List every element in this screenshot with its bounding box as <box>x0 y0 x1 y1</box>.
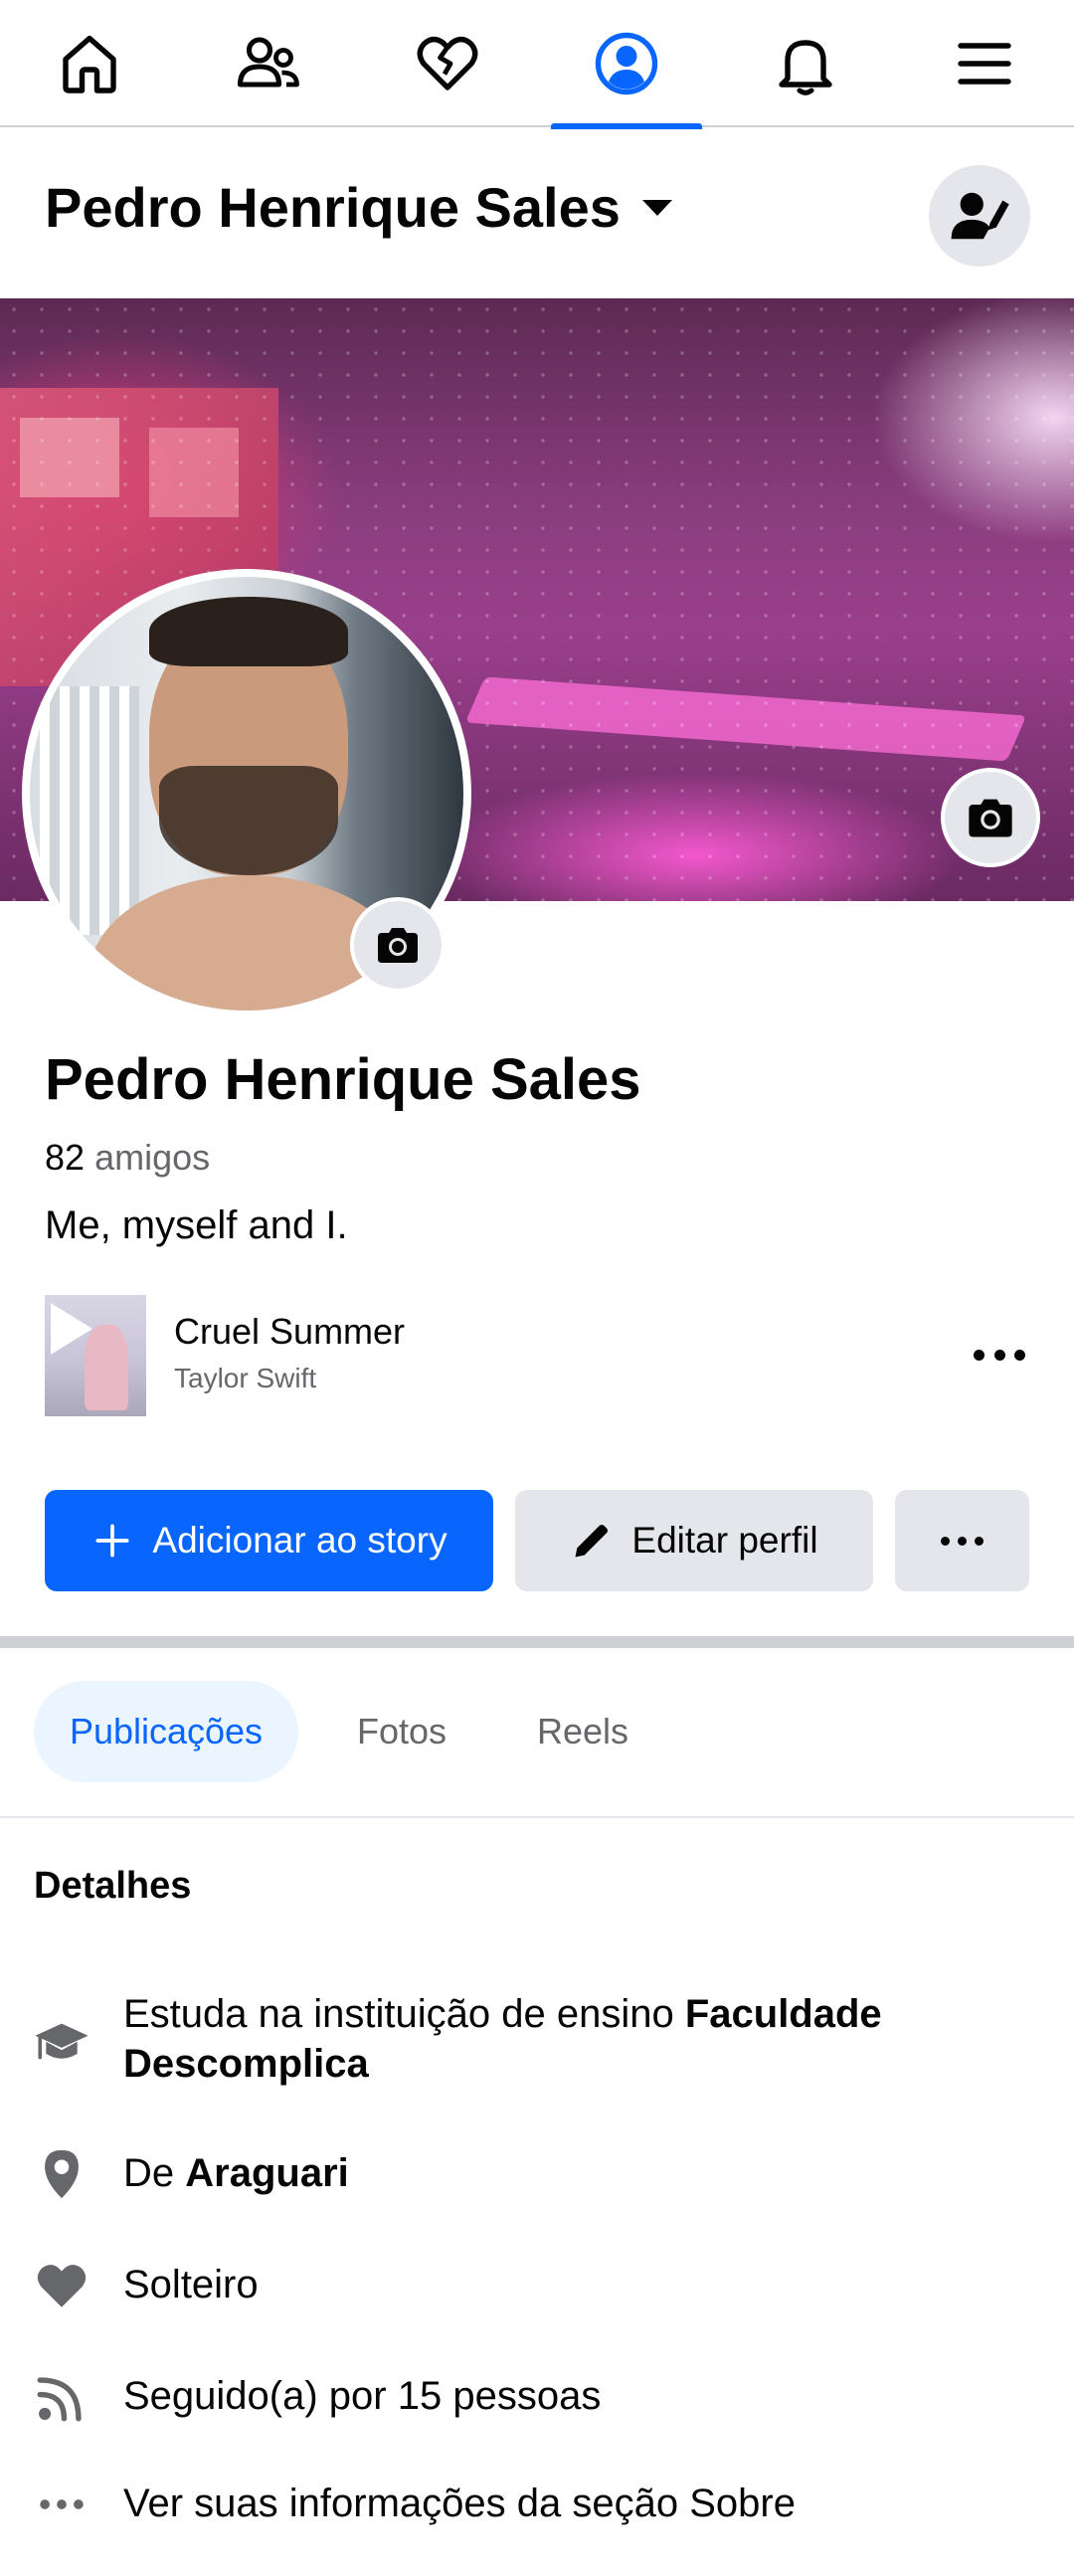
profile-music[interactable]: Cruel Summer Taylor Swift <box>45 1295 1029 1416</box>
about-link-text: Ver suas informações da seção Sobre <box>123 2482 796 2525</box>
heart-icon <box>37 2265 87 2307</box>
graduation-cap-icon <box>35 2023 89 2060</box>
tab-publicacoes[interactable]: Publicações <box>34 1681 298 1782</box>
home-icon <box>63 35 116 93</box>
camera-icon <box>378 928 418 963</box>
song-title: Cruel Summer <box>174 1311 406 1352</box>
friends-count-link[interactable]: 82 amigos <box>45 1137 210 1179</box>
tab-reels[interactable]: Reels <box>507 1681 658 1782</box>
more-dots-icon <box>40 2499 84 2509</box>
account-switcher[interactable]: Pedro Henrique Sales <box>45 175 672 240</box>
nav-friends[interactable] <box>179 0 358 127</box>
nav-home[interactable] <box>0 0 179 127</box>
profile-header: Pedro Henrique Sales <box>0 129 1074 296</box>
music-options-button[interactable] <box>970 1335 1029 1375</box>
pencil-icon <box>575 1524 609 1558</box>
location-pin-icon <box>45 2149 79 2199</box>
profile-bio: Me, myself and I. <box>45 1203 348 1247</box>
section-separator <box>0 1636 1074 1648</box>
menu-icon <box>958 43 1011 85</box>
nav-dating[interactable] <box>358 0 537 127</box>
top-navigation <box>0 0 1074 129</box>
header-profile-name: Pedro Henrique Sales <box>45 176 621 239</box>
followers-text: Seguido(a) por 15 pessoas <box>123 2374 602 2418</box>
add-to-story-label: Adicionar ao story <box>152 1520 448 1561</box>
heart-icon <box>417 36 478 91</box>
education-prefix: Estuda na instituição de ensino <box>123 1992 685 2036</box>
rss-followers-icon <box>37 2377 82 2422</box>
edit-profile-button[interactable]: Editar perfil <box>515 1490 873 1591</box>
hometown-prefix: De <box>123 2151 186 2195</box>
album-art[interactable] <box>45 1295 146 1416</box>
more-dots-icon <box>941 1536 984 1546</box>
nav-profile[interactable] <box>537 0 716 129</box>
profile-icon <box>595 32 658 95</box>
edit-cover-photo-button[interactable] <box>941 768 1040 867</box>
friends-icon <box>237 37 299 88</box>
plus-icon <box>95 1524 129 1558</box>
divider <box>0 1816 1074 1818</box>
edit-profile-picture-button[interactable] <box>350 897 446 993</box>
nav-menu[interactable] <box>895 0 1074 127</box>
bell-icon <box>779 40 832 95</box>
nav-notifications[interactable] <box>716 0 895 127</box>
song-artist: Taylor Swift <box>174 1363 317 1393</box>
relationship-status: Solteiro <box>123 2263 259 2306</box>
profile-name: Pedro Henrique Sales <box>45 1047 641 1112</box>
edit-profile-label: Editar perfil <box>631 1520 818 1561</box>
tab-fotos[interactable]: Fotos <box>332 1681 471 1782</box>
caret-down-icon <box>641 199 672 216</box>
add-to-story-button[interactable]: Adicionar ao story <box>45 1490 493 1591</box>
friends-label: amigos <box>94 1137 211 1178</box>
camera-icon <box>969 799 1012 837</box>
hometown-city[interactable]: Araguari <box>185 2151 349 2195</box>
play-icon <box>51 1303 92 1355</box>
person-edit-icon <box>951 192 1009 240</box>
edit-profile-shortcut-button[interactable] <box>929 165 1030 267</box>
details-heading: Detalhes <box>34 1865 192 1907</box>
more-options-button[interactable] <box>895 1490 1029 1591</box>
friends-count: 82 <box>45 1137 86 1178</box>
more-dots-icon <box>974 1349 984 1361</box>
